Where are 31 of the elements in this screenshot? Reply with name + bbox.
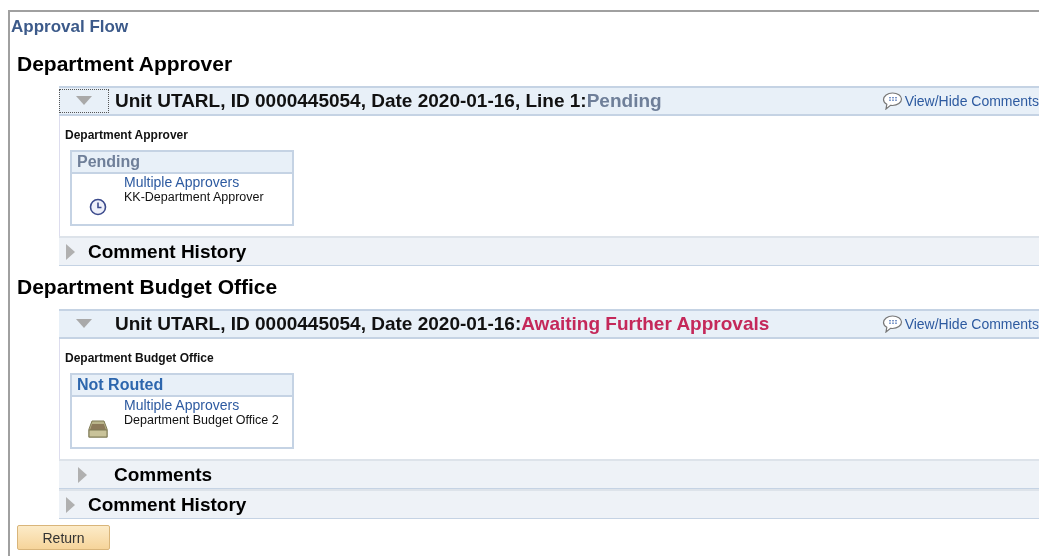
subpanel-title: Comments [114, 463, 213, 486]
line-label: Unit UTARL, ID 0000445054, Date 2020-01-16: [115, 313, 522, 335]
inbox-tray-icon [87, 419, 109, 439]
step-label: Department Budget Office [65, 351, 215, 365]
speech-bubble-icon [881, 315, 903, 333]
line-status: Awaiting Further Approvals [521, 313, 770, 335]
comment-history-bar[interactable]: Comment History [59, 489, 1039, 519]
page-title: Approval Flow [10, 16, 130, 38]
line-status: Pending [586, 90, 662, 112]
section-heading: Department Approver [16, 51, 234, 77]
line-label: Unit UTARL, ID 0000445054, Date 2020-01-16, Line 1: [115, 90, 587, 112]
approver-status: Pending [72, 152, 292, 174]
collapse-toggle[interactable] [59, 89, 109, 113]
subpanel-title: Comment History [88, 493, 247, 516]
comment-history-bar[interactable]: Comment History [59, 236, 1039, 266]
step-label: Department Approver [65, 128, 189, 142]
return-button[interactable]: Return [17, 525, 110, 550]
view-hide-comments-link[interactable]: View/Hide Comments [881, 315, 1039, 333]
section-heading: Department Budget Office [16, 274, 279, 300]
approvers-link[interactable]: Multiple Approvers [124, 397, 279, 413]
triangle-down-icon [76, 319, 92, 329]
view-hide-comments-link[interactable]: View/Hide Comments [881, 92, 1039, 110]
speech-bubble-icon [881, 92, 903, 110]
clock-icon [89, 198, 107, 216]
approvers-link[interactable]: Multiple Approvers [124, 174, 264, 190]
subpanel-title: Comment History [88, 240, 247, 263]
triangle-down-icon [76, 96, 92, 106]
approver-name: KK-Department Approver [124, 190, 264, 204]
approver-name: Department Budget Office 2 [124, 413, 279, 427]
approver-status: Not Routed [72, 375, 292, 397]
comments-bar[interactable]: Comments [59, 459, 1039, 489]
